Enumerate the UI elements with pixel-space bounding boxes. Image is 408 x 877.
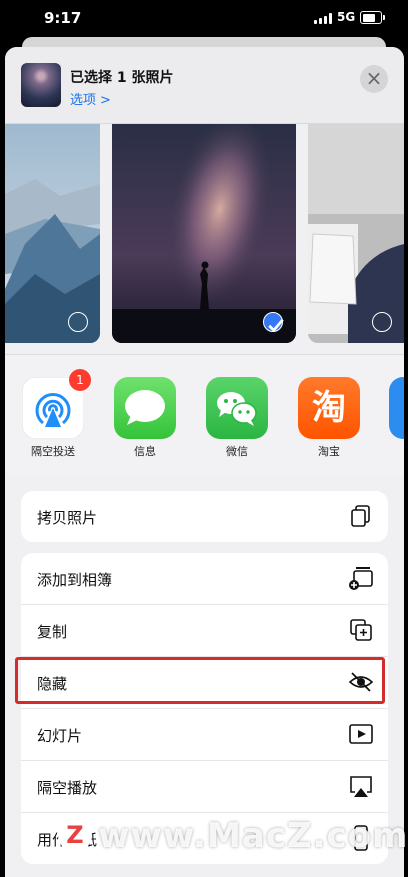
action-duplicate[interactable]: 复制 (21, 605, 388, 657)
action-label: 幻灯片 (37, 727, 83, 745)
status-time: 9:17 (44, 9, 82, 27)
wechat-icon (206, 377, 268, 439)
airplay-icon (350, 776, 372, 797)
photo-milky-way[interactable] (112, 124, 296, 343)
mountain-photo-image (5, 124, 100, 343)
watermark: Z www.MacZ.com (58, 816, 407, 860)
watermark-text: www.MacZ.com (98, 816, 408, 856)
app-label: 微信 (226, 445, 248, 458)
photo-person[interactable] (308, 124, 404, 343)
options-link[interactable]: 选项 > (70, 89, 111, 108)
app-share-row: 1 隔空投送 信息 微信 淘 淘宝 (5, 354, 404, 475)
action-group-copy: 拷贝照片 (21, 491, 388, 542)
milky-way-photo-image (112, 124, 296, 343)
status-bar: 9:17 5G (0, 0, 408, 36)
battery-icon (360, 11, 385, 24)
app-label: 隔空投送 (31, 445, 75, 458)
selected-count-title: 已选择 1 张照片 (70, 70, 174, 86)
action-airplay[interactable]: 隔空播放 (21, 761, 388, 813)
network-label: 5G (337, 10, 356, 24)
app-airdrop[interactable]: 1 隔空投送 (22, 369, 91, 459)
duplicate-icon (350, 619, 372, 641)
highlight-box-hide (15, 657, 385, 704)
action-label: 拷贝照片 (37, 509, 98, 527)
app-taobao[interactable]: 淘 淘宝 (298, 377, 360, 459)
action-copy-photo[interactable]: 拷贝照片 (21, 491, 388, 542)
play-icon (349, 724, 373, 744)
share-sheet: 已选择 1 张照片 选项 > × 1 隔空投送 信息 微信 淘 淘宝 拷贝照片 … (5, 47, 404, 877)
checkmark-icon (268, 318, 284, 333)
person-photo-image (308, 124, 404, 343)
photo-mountains[interactable] (5, 124, 100, 343)
close-button[interactable]: × (360, 65, 388, 93)
action-add-to-album[interactable]: 添加到相簿 (21, 553, 388, 605)
action-label: 添加到相簿 (37, 571, 113, 589)
signal-icon (314, 13, 332, 24)
action-label: 复制 (37, 623, 68, 641)
photo-selected-checkmark[interactable] (263, 312, 284, 333)
selected-photo-thumbnail (21, 63, 61, 107)
app-label: 淘宝 (318, 445, 340, 458)
share-header: 已选择 1 张照片 选项 > × (5, 47, 404, 124)
messages-icon (114, 377, 176, 439)
photo-select-circle[interactable] (68, 312, 88, 332)
app-label: 信息 (134, 445, 156, 458)
chevron-right-icon: > (100, 93, 111, 108)
airdrop-icon: 1 (22, 369, 91, 439)
action-label: 隔空播放 (37, 779, 98, 797)
action-slideshow[interactable]: 幻灯片 (21, 709, 388, 761)
copy-photo-icon (351, 505, 370, 527)
watermark-logo: Z (58, 818, 92, 852)
notification-badge: 1 (69, 369, 91, 391)
photo-strip[interactable] (5, 124, 404, 344)
options-label: 选项 (70, 93, 97, 108)
app-more-partial[interactable] (389, 377, 404, 439)
taobao-icon: 淘 (298, 377, 360, 439)
app-messages[interactable]: 信息 (114, 377, 176, 459)
add-to-album-icon (349, 567, 373, 590)
app-wechat[interactable]: 微信 (206, 377, 268, 459)
photo-select-circle[interactable] (372, 312, 392, 332)
